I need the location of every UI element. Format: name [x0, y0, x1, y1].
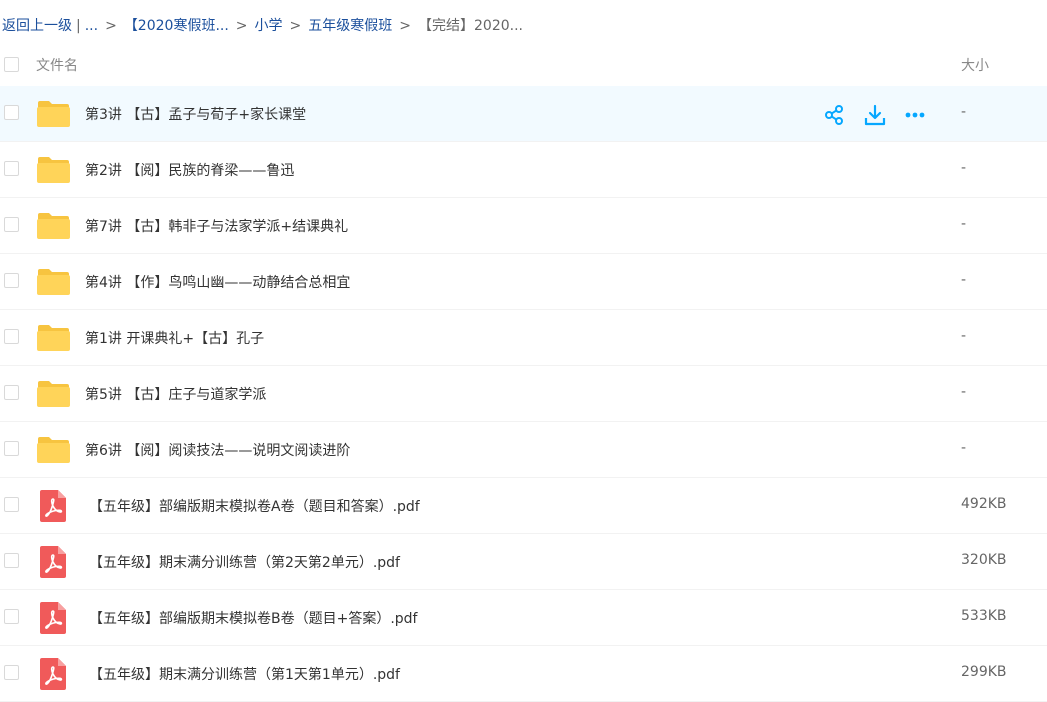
- folder-row[interactable]: 第5讲 【古】庄子与道家学派 -: [0, 366, 1047, 422]
- file-size: 299KB: [961, 664, 1007, 680]
- file-name[interactable]: 【五年级】部编版期末模拟卷A卷（题目和答案）.pdf: [89, 496, 420, 516]
- file-size: -: [961, 328, 967, 344]
- file-row[interactable]: 【五年级】期末满分训练营（第2天第2单元）.pdf 320KB: [0, 534, 1047, 590]
- file-size: -: [961, 216, 967, 232]
- folder-row[interactable]: 第1讲 开课典礼+【古】孔子 -: [0, 310, 1047, 366]
- file-name[interactable]: 第4讲 【作】鸟鸣山幽——动静结合总相宜: [85, 272, 350, 292]
- file-name[interactable]: 第6讲 【阅】阅读技法——说明文阅读进阶: [85, 440, 350, 460]
- pdf-icon[interactable]: [40, 658, 66, 690]
- folder-row[interactable]: 第3讲 【古】孟子与荀子+家长课堂 -: [0, 86, 1047, 142]
- file-row[interactable]: 【五年级】期末满分训练营（第1天第1单元）.pdf 299KB: [0, 646, 1047, 702]
- file-size: -: [961, 272, 967, 288]
- breadcrumb-separator: >: [399, 18, 411, 34]
- folder-row[interactable]: 第2讲 【阅】民族的脊梁——鲁迅 -: [0, 142, 1047, 198]
- row-checkbox[interactable]: [4, 609, 19, 624]
- breadcrumb-separator: >: [235, 18, 248, 34]
- row-checkbox[interactable]: [4, 441, 19, 456]
- file-size: -: [961, 440, 967, 456]
- row-checkbox[interactable]: [4, 217, 19, 232]
- breadcrumb-separator: >: [289, 18, 302, 34]
- breadcrumb-separator: >: [105, 18, 117, 34]
- column-header-size[interactable]: 大小: [961, 55, 989, 75]
- breadcrumb-item-primary[interactable]: 小学: [255, 18, 283, 34]
- file-size: 533KB: [961, 608, 1007, 624]
- folder-row[interactable]: 第4讲 【作】鸟鸣山幽——动静结合总相宜 -: [0, 254, 1047, 310]
- more-icon[interactable]: [904, 104, 926, 126]
- column-header-name[interactable]: 文件名: [36, 55, 78, 75]
- breadcrumb-ellipsis[interactable]: ...: [85, 18, 98, 34]
- file-name[interactable]: 第1讲 开课典礼+【古】孔子: [85, 328, 264, 348]
- file-row[interactable]: 【五年级】部编版期末模拟卷B卷（题目+答案）.pdf 533KB: [0, 590, 1047, 646]
- file-size: 320KB: [961, 552, 1007, 568]
- row-checkbox[interactable]: [4, 273, 19, 288]
- file-name[interactable]: 【五年级】期末满分训练营（第1天第1单元）.pdf: [89, 664, 400, 684]
- file-size: -: [961, 160, 967, 176]
- row-checkbox[interactable]: [4, 497, 19, 512]
- breadcrumb-item-grade5[interactable]: 五年级寒假班: [308, 18, 392, 34]
- row-checkbox[interactable]: [4, 161, 19, 176]
- file-size: -: [961, 384, 967, 400]
- file-name[interactable]: 第3讲 【古】孟子与荀子+家长课堂: [85, 104, 306, 124]
- file-list-header: 文件名 大小: [0, 42, 1047, 87]
- row-checkbox[interactable]: [4, 553, 19, 568]
- folder-icon[interactable]: [36, 324, 71, 352]
- folder-icon[interactable]: [36, 268, 71, 296]
- file-name[interactable]: 【五年级】期末满分训练营（第2天第2单元）.pdf: [89, 552, 400, 572]
- breadcrumb-divider: |: [76, 18, 81, 34]
- file-list: 第3讲 【古】孟子与荀子+家长课堂 - 第2讲 【阅】民族的脊梁——鲁迅 - 第7讲 【…: [0, 86, 1047, 702]
- file-size: 492KB: [961, 496, 1007, 512]
- breadcrumb-item-2020-winter[interactable]: 【2020寒假班...: [124, 18, 229, 34]
- folder-row[interactable]: 第6讲 【阅】阅读技法——说明文阅读进阶 -: [0, 422, 1047, 478]
- breadcrumb-current: 【完结】2020...: [418, 18, 523, 34]
- folder-row[interactable]: 第7讲 【古】韩非子与法家学派+结课典礼 -: [0, 198, 1047, 254]
- share-icon[interactable]: [824, 104, 846, 126]
- file-size: -: [961, 104, 967, 120]
- file-name[interactable]: 第2讲 【阅】民族的脊梁——鲁迅: [85, 160, 294, 180]
- pdf-icon[interactable]: [40, 490, 66, 522]
- select-all-checkbox[interactable]: [4, 57, 19, 72]
- back-link[interactable]: 返回上一级: [2, 18, 72, 34]
- download-icon[interactable]: [864, 104, 886, 126]
- file-name[interactable]: 第5讲 【古】庄子与道家学派: [85, 384, 266, 404]
- breadcrumb: 返回上一级 |... > 【2020寒假班... > 小学 > 五年级寒假班 > 【完结】2020…: [2, 14, 523, 38]
- file-name[interactable]: 第7讲 【古】韩非子与法家学派+结课典礼: [85, 216, 348, 236]
- row-checkbox[interactable]: [4, 385, 19, 400]
- folder-icon[interactable]: [36, 156, 71, 184]
- row-checkbox[interactable]: [4, 665, 19, 680]
- row-checkbox[interactable]: [4, 105, 19, 120]
- row-checkbox[interactable]: [4, 329, 19, 344]
- file-row[interactable]: 【五年级】部编版期末模拟卷A卷（题目和答案）.pdf 492KB: [0, 478, 1047, 534]
- folder-icon[interactable]: [36, 100, 71, 128]
- pdf-icon[interactable]: [40, 602, 66, 634]
- folder-icon[interactable]: [36, 436, 71, 464]
- file-name[interactable]: 【五年级】部编版期末模拟卷B卷（题目+答案）.pdf: [89, 608, 418, 628]
- folder-icon[interactable]: [36, 380, 71, 408]
- pdf-icon[interactable]: [40, 546, 66, 578]
- folder-icon[interactable]: [36, 212, 71, 240]
